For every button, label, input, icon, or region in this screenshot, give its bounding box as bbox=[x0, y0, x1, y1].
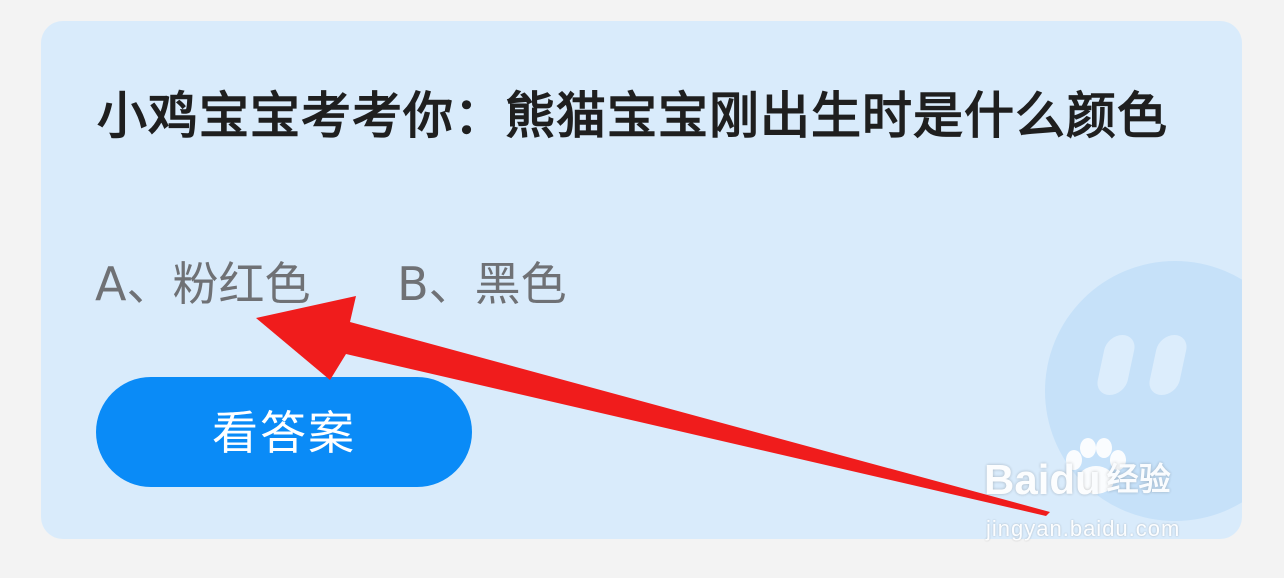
watermark-url: jingyan.baidu.com bbox=[986, 516, 1181, 541]
view-answer-button[interactable]: 看答案 bbox=[96, 377, 472, 487]
mascot-left-eye bbox=[1094, 335, 1138, 395]
watermark-logo-text: Baidu bbox=[984, 456, 1101, 503]
baidu-watermark: Baidu 经验 jingyan.baidu.com bbox=[984, 438, 1224, 550]
watermark-logo: Baidu 经验 bbox=[984, 456, 1171, 503]
option-a[interactable]: A、粉红色 bbox=[95, 254, 310, 314]
watermark-logo-cn: 经验 bbox=[1106, 460, 1171, 498]
quiz-question: 小鸡宝宝考考你：熊猫宝宝刚出生时是什么颜色 bbox=[97, 87, 1168, 145]
quiz-options: A、粉红色 B、黑色 bbox=[95, 254, 567, 314]
option-b[interactable]: B、黑色 bbox=[397, 254, 567, 314]
mascot-right-eye bbox=[1146, 335, 1190, 395]
